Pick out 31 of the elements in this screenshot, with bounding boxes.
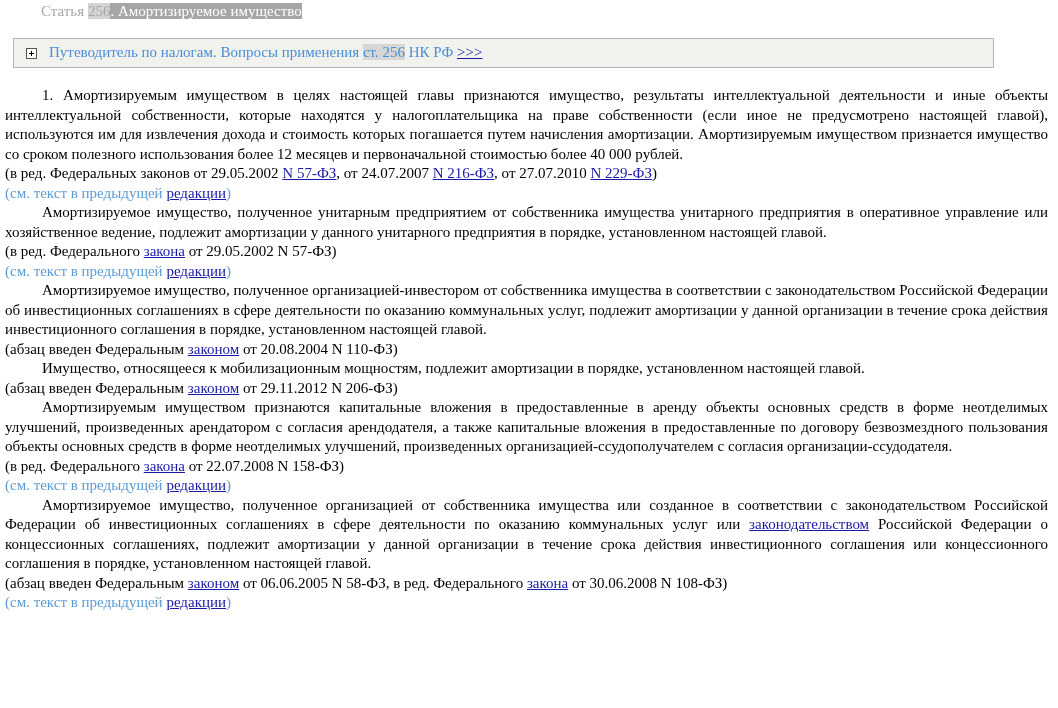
article-paragraph: Амортизируемое имущество, полученное унитарным предприятием от собственника имущества унитарного предприятия в оперативное управление или хозяйственное ведение, подлежит амортизации у данного унитарного предприятия в порядке, установленном настоящей главой. [5, 203, 1048, 242]
document-link[interactable]: N 229-ФЗ [590, 165, 652, 181]
previous-edition-note: (см. текст в предыдущей редакции) [5, 183, 232, 203]
document-link[interactable]: закона [526, 574, 569, 591]
amendment-note: (абзац введен Федеральным законом от 06.06.2005 N 58-ФЗ, в ред. Федерального закона от 30.06.2008 N 108-ФЗ) [5, 573, 729, 593]
amendment-note: (абзац введен Федеральным законом от 20.08.2004 N 110-ФЗ) [5, 339, 399, 359]
tax-guide-link-text: Путеводитель по налогам. Вопросы применения ст. 256 НК РФ >>> [49, 43, 483, 63]
article-paragraph: Амортизируемым имуществом признаются капитальные вложения в предоставленные в аренду объекты основных средств в форме неотделимых улучшений, произведенных арендатором с согласия арендодателя, а также капитальные вложения в предоставленные по договору безвозмездного пользования объекты основных средств в форме неотделимых улучшений, произведенных организацией-ссудополучателем с согласия организации-ссудодателя. [5, 398, 1048, 456]
document-link[interactable]: редакции [166, 184, 226, 201]
amendment-note: (абзац введен Федеральным законом от 29.11.2012 N 206-ФЗ) [5, 378, 399, 398]
document-link[interactable]: законодательством [749, 516, 870, 532]
amendment-note: (в ред. Федерального закона от 22.07.2008 N 158-ФЗ) [5, 456, 346, 476]
document-link[interactable]: редакции [166, 594, 226, 610]
amendment-note: (в ред. Федерального закона от 29.05.2002 N 57-ФЗ) [5, 242, 338, 261]
document-link[interactable]: закона [143, 457, 185, 474]
article-paragraph: 1. Амортизируемым имуществом в целях настоящей главы признаются имущество, результаты интеллектуальной деятельности и иные объекты интеллектуальной собственности, которые находятся у налогоплательщика на праве собственности (если иное не предусмотрено настоящей главой), используются им для извлечения дохода и стоимость которых погашается путем начисления амортизации. Амортизируемым имуществом признается имущество со сроком полезного использования более 12 месяцев и первоначальной стоимостью более 40 000 рублей. [5, 86, 1048, 164]
article-paragraph: Амортизируемое имущество, полученное организацией-инвестором от собственника имущества в соответствии с законодательством Российской Федерации об инвестиционных соглашениях в сфере деятельности по оказанию коммунальных услуг, подлежит амортизации у данной организации в течение срока действия инвестиционного соглашения в порядке, установленном настоящей главой. [5, 281, 1048, 339]
document-link[interactable]: законом [187, 379, 240, 396]
previous-edition-note: (см. текст в предыдущей редакции) [5, 593, 232, 612]
article-paragraph: Амортизируемое имущество, полученное организацией от собственника имущества или созданное в соответствии с законодательством Российской Федерации об инвестиционных соглашениях в сфере деятельности по оказанию коммунальных услуг или законодательством Российской Федерации о концессионных соглашениях, подлежит амортизации у данной организации в течение срока действия инвестиционного соглашения или концессионного соглашения в порядке, установленном настоящей главой. [5, 495, 1048, 573]
document-link[interactable]: законом [187, 574, 240, 591]
document-link[interactable]: редакции [166, 477, 226, 493]
document-link[interactable]: законом [187, 340, 240, 357]
previous-edition-note: (см. текст в предыдущей редакции) [5, 261, 232, 281]
article-paragraph: Имущество, относящееся к мобилизационным мощностям, подлежит амортизации в порядке, установленном настоящей главой. [41, 359, 866, 378]
expand-icon[interactable] [26, 47, 37, 59]
previous-edition-note: (см. текст в предыдущей редакции) [5, 476, 232, 495]
amendment-note: (в ред. Федеральных законов от 29.05.2002 N 57-ФЗ, от 24.07.2007 N 216-ФЗ, от 27.07.2010 N 229-ФЗ) [5, 164, 658, 183]
more-link[interactable]: >>> [457, 44, 483, 61]
document-link[interactable]: закона [143, 243, 185, 259]
document-link[interactable]: редакции [166, 262, 226, 279]
